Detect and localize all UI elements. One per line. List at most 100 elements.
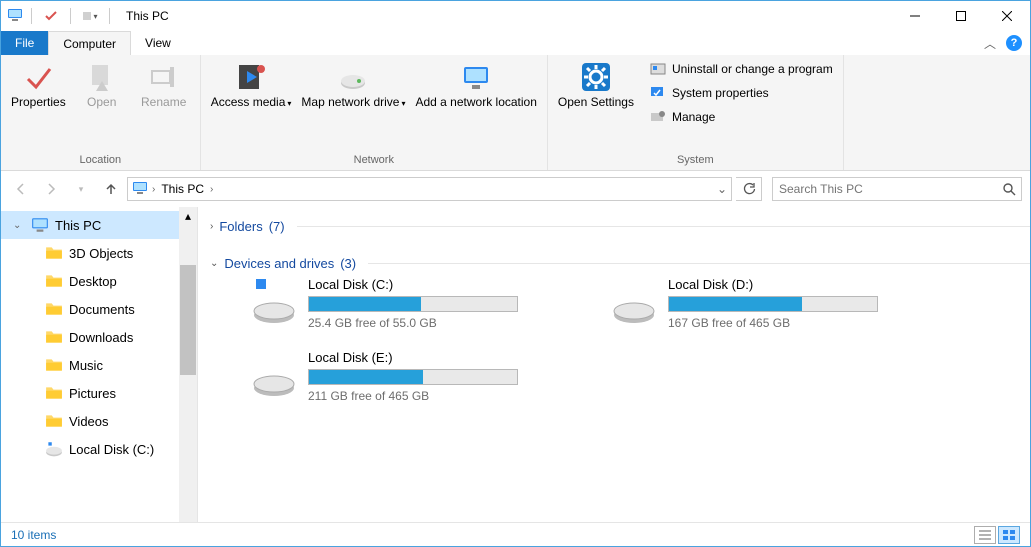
folder-icon	[45, 384, 63, 402]
access-media-button[interactable]: Access media▾	[207, 59, 296, 111]
scroll-thumb[interactable]	[180, 265, 196, 375]
drive-free-text: 25.4 GB free of 55.0 GB	[308, 316, 550, 330]
breadcrumb-root[interactable]: This PC	[159, 182, 206, 196]
address-bar[interactable]: › This PC › ⌄	[127, 177, 732, 201]
drive-name: Local Disk (C:)	[308, 277, 550, 292]
network-location-icon	[460, 61, 492, 93]
drive-capacity-bar	[308, 296, 518, 312]
drive-item[interactable]: Local Disk (D:) 167 GB free of 465 GB	[610, 277, 910, 330]
tiles-view-button[interactable]	[998, 526, 1020, 544]
search-input[interactable]	[773, 182, 997, 196]
folder-icon	[45, 412, 63, 430]
refresh-button[interactable]	[736, 177, 762, 201]
drive-name: Local Disk (D:)	[668, 277, 910, 292]
chevron-down-icon[interactable]: ⌄	[13, 220, 21, 231]
system-properties-button[interactable]: System properties	[646, 83, 837, 103]
search-box[interactable]	[772, 177, 1022, 201]
tab-file[interactable]: File	[1, 31, 48, 55]
tree-item-downloads[interactable]: Downloads	[1, 323, 179, 351]
recent-locations-button[interactable]: ▾	[69, 177, 93, 201]
tree-item-label: Videos	[69, 414, 109, 429]
folder-icon	[45, 244, 63, 262]
breadcrumb-chevron[interactable]: ›	[152, 184, 155, 195]
drive-free-text: 167 GB free of 465 GB	[668, 316, 910, 330]
navigation-bar: ▾ › This PC › ⌄	[1, 171, 1030, 207]
this-pc-icon	[7, 7, 23, 26]
folder-icon	[45, 356, 63, 374]
hard-disk-icon	[610, 277, 658, 325]
qat-dropdown-button[interactable]: ▾	[79, 5, 101, 27]
tree-item-label: Local Disk (C:)	[69, 442, 154, 457]
chevron-down-icon: ▾	[401, 99, 405, 108]
scroll-up-button[interactable]: ▴	[179, 207, 197, 225]
manage-button[interactable]: Manage	[646, 107, 837, 127]
tree-item-pictures[interactable]: Pictures	[1, 379, 179, 407]
tab-view[interactable]: View	[131, 31, 185, 55]
tree-item-label: 3D Objects	[69, 246, 133, 261]
rename-icon	[148, 61, 180, 93]
hard-disk-icon	[250, 350, 298, 398]
map-network-drive-button[interactable]: Map network drive▾	[297, 59, 409, 111]
details-view-button[interactable]	[974, 526, 996, 544]
drive-name: Local Disk (E:)	[308, 350, 550, 365]
ribbon: Properties Open Rename Location Access m…	[1, 55, 1030, 171]
network-drive-icon	[337, 61, 369, 93]
ribbon-group-network: Access media▾ Map network drive▾ Add a n…	[201, 55, 548, 170]
group-header-folders[interactable]: › Folders (7)	[210, 215, 1030, 240]
folder-icon	[45, 328, 63, 346]
chevron-down-icon: ⌄	[210, 258, 218, 269]
tree-item-label: Desktop	[69, 274, 117, 289]
help-button[interactable]: ?	[1006, 35, 1022, 51]
up-button[interactable]	[99, 177, 123, 201]
rename-button: Rename	[134, 59, 194, 111]
system-properties-icon	[650, 85, 666, 101]
back-button[interactable]	[9, 177, 33, 201]
drive-free-text: 211 GB free of 465 GB	[308, 389, 550, 403]
minimize-button[interactable]	[892, 1, 938, 31]
chevron-down-icon: ▾	[287, 99, 291, 108]
tree-item-label: Music	[69, 358, 103, 373]
manage-icon	[650, 109, 666, 125]
close-button[interactable]	[984, 1, 1030, 31]
properties-button[interactable]: Properties	[7, 59, 70, 111]
tree-item-label: Pictures	[69, 386, 116, 401]
tree-item-music[interactable]: Music	[1, 351, 179, 379]
drive-item[interactable]: Local Disk (E:) 211 GB free of 465 GB	[250, 350, 550, 403]
ribbon-tabs: File Computer View ︿ ?	[1, 31, 1030, 55]
uninstall-icon	[650, 61, 666, 77]
address-dropdown-button[interactable]: ⌄	[717, 182, 727, 196]
tree-item-3d-objects[interactable]: 3D Objects	[1, 239, 179, 267]
pc-icon	[31, 216, 49, 234]
tree-item-local-disk-c-[interactable]: Local Disk (C:)	[1, 435, 179, 463]
media-icon	[235, 61, 267, 93]
status-item-count: 10 items	[11, 528, 56, 542]
folder-icon	[45, 272, 63, 290]
collapse-ribbon-button[interactable]: ︿	[984, 35, 996, 52]
hard-disk-icon	[250, 277, 298, 325]
open-settings-button[interactable]: Open Settings	[554, 59, 638, 111]
qat-properties-button[interactable]	[40, 5, 62, 27]
chevron-right-icon: ›	[210, 221, 213, 232]
sidebar-scrollbar[interactable]: ▴	[179, 207, 197, 522]
breadcrumb-chevron[interactable]: ›	[210, 184, 213, 195]
status-bar: 10 items	[1, 522, 1030, 546]
tree-item-videos[interactable]: Videos	[1, 407, 179, 435]
open-icon	[86, 61, 118, 93]
tree-item-this-pc[interactable]: ⌄ This PC	[1, 211, 179, 239]
tree-item-label: This PC	[55, 218, 101, 233]
uninstall-program-button[interactable]: Uninstall or change a program	[646, 59, 837, 79]
tree-item-desktop[interactable]: Desktop	[1, 267, 179, 295]
tab-computer[interactable]: Computer	[48, 31, 131, 55]
maximize-button[interactable]	[938, 1, 984, 31]
drive-capacity-bar	[308, 369, 518, 385]
folder-icon	[45, 300, 63, 318]
group-header-drives[interactable]: ⌄ Devices and drives (3)	[210, 252, 1030, 277]
ribbon-group-system: Open Settings Uninstall or change a prog…	[548, 55, 844, 170]
tree-item-documents[interactable]: Documents	[1, 295, 179, 323]
navigation-tree: ⌄ This PC 3D Objects Desktop DocumentsDownlo…	[1, 207, 179, 522]
drive-item[interactable]: Local Disk (C:) 25.4 GB free of 55.0 GB	[250, 277, 550, 330]
add-network-location-button[interactable]: Add a network location	[411, 59, 540, 111]
forward-button[interactable]	[39, 177, 63, 201]
search-icon[interactable]	[997, 182, 1021, 196]
ribbon-group-location: Properties Open Rename Location	[1, 55, 201, 170]
